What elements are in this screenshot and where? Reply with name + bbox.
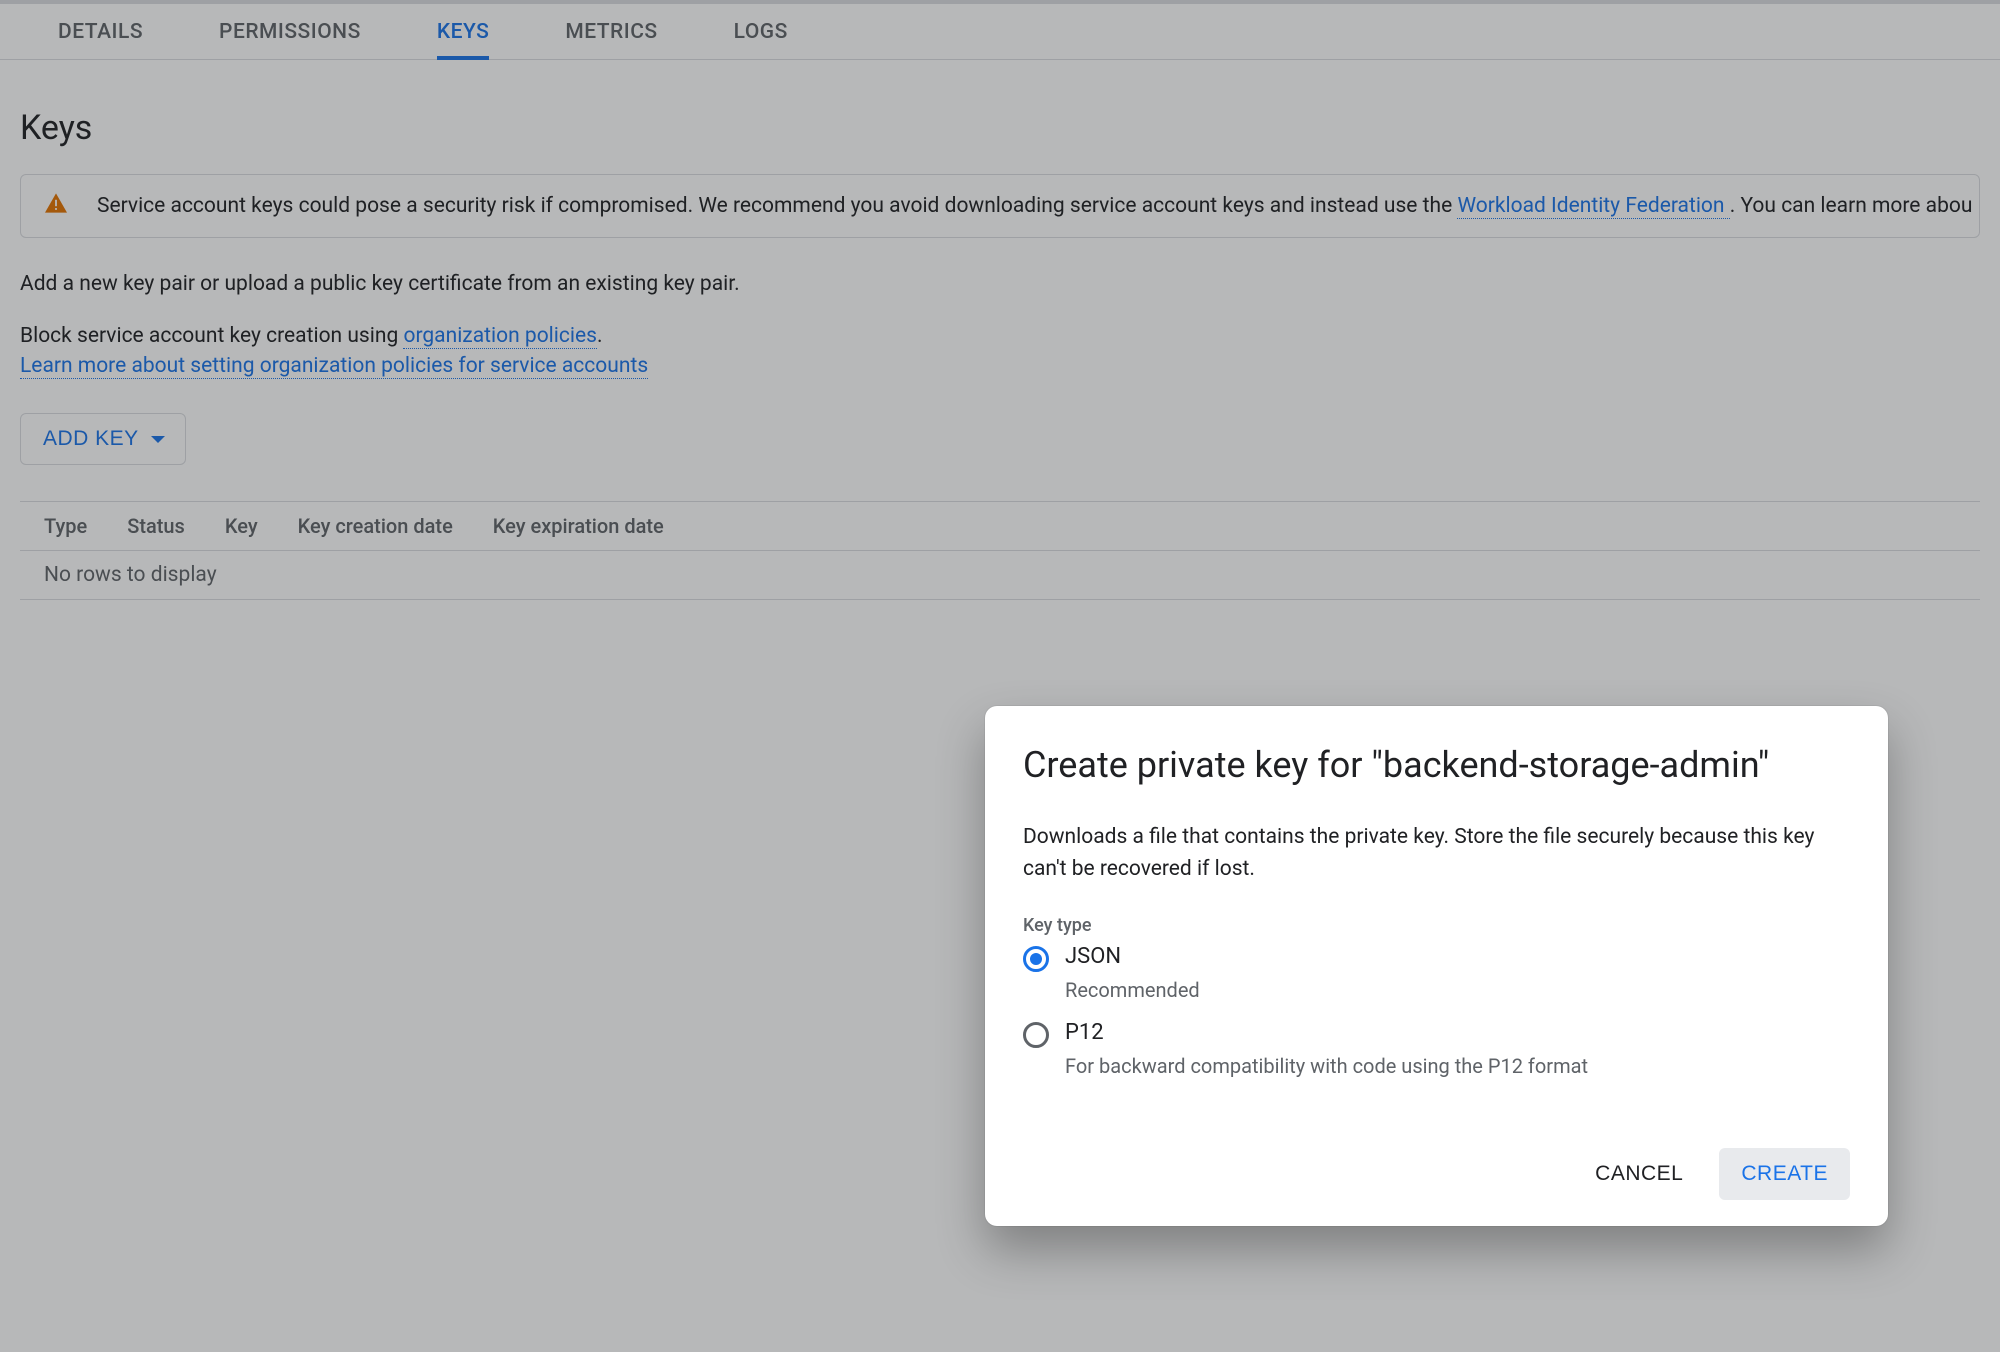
radio-p12[interactable]: P12 <box>1023 1020 1850 1048</box>
radio-p12-label: P12 <box>1065 1020 1104 1045</box>
radio-json-sub: Recommended <box>1065 978 1850 1002</box>
radio-json-label: JSON <box>1065 944 1121 969</box>
radio-p12-input[interactable] <box>1023 1022 1049 1048</box>
cancel-button[interactable]: CANCEL <box>1573 1148 1705 1200</box>
create-private-key-dialog: Create private key for "backend-storage-… <box>985 706 1888 1226</box>
dialog-title: Create private key for "backend-storage-… <box>1023 744 1850 786</box>
create-button[interactable]: CREATE <box>1719 1148 1850 1200</box>
radio-p12-sub: For backward compatibility with code usi… <box>1065 1054 1850 1078</box>
dialog-actions: CANCEL CREATE <box>1023 1148 1850 1200</box>
radio-json[interactable]: JSON <box>1023 944 1850 972</box>
dialog-description: Downloads a file that contains the priva… <box>1023 822 1850 885</box>
key-type-label: Key type <box>1023 915 1850 936</box>
radio-json-input[interactable] <box>1023 946 1049 972</box>
